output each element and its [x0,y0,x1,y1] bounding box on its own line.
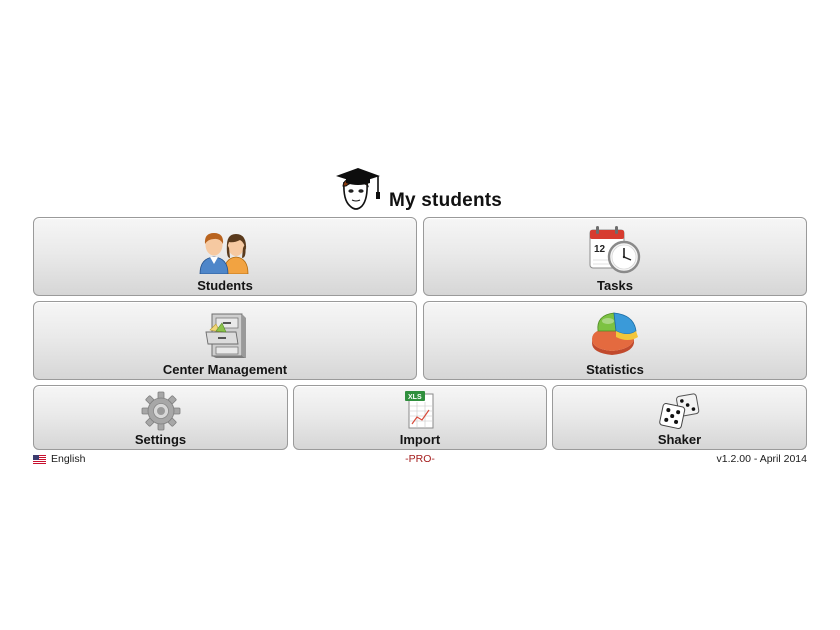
import-button[interactable]: XLS Import [293,385,547,450]
version-label: v1.2.00 - April 2014 [716,453,807,465]
shaker-button[interactable]: Shaker [552,385,807,450]
calendar-day-text: 12 [594,244,606,255]
file-cabinet-icon [205,313,246,358]
settings-button[interactable]: Settings [33,385,288,450]
center-management-button[interactable]: Center Management [33,301,417,380]
app-window: My students Students 12 Tasks Center Man… [0,0,840,630]
calendar-clock-icon: 12 [589,226,641,274]
graduate-logo-icon [336,168,380,210]
dice-icon [658,393,699,430]
center-management-label: Center Management [162,362,288,377]
xls-spreadsheet-icon: XLS [405,391,434,429]
pie-chart-icon [592,312,638,355]
app-header: My students [0,166,840,214]
tasks-label: Tasks [597,278,633,293]
gear-icon [141,391,180,431]
xls-badge-text: XLS [408,394,422,401]
tasks-button[interactable]: 12 Tasks [423,217,807,296]
statistics-label: Statistics [586,362,644,377]
students-icon [199,233,249,274]
app-title: My students [389,190,503,211]
shaker-label: Shaker [657,432,702,447]
edition-label: -PRO- [405,453,435,465]
students-label: Students [197,278,253,293]
settings-label: Settings [134,432,187,447]
import-label: Import [399,432,441,447]
students-button[interactable]: Students [33,217,417,296]
statistics-button[interactable]: Statistics [423,301,807,380]
